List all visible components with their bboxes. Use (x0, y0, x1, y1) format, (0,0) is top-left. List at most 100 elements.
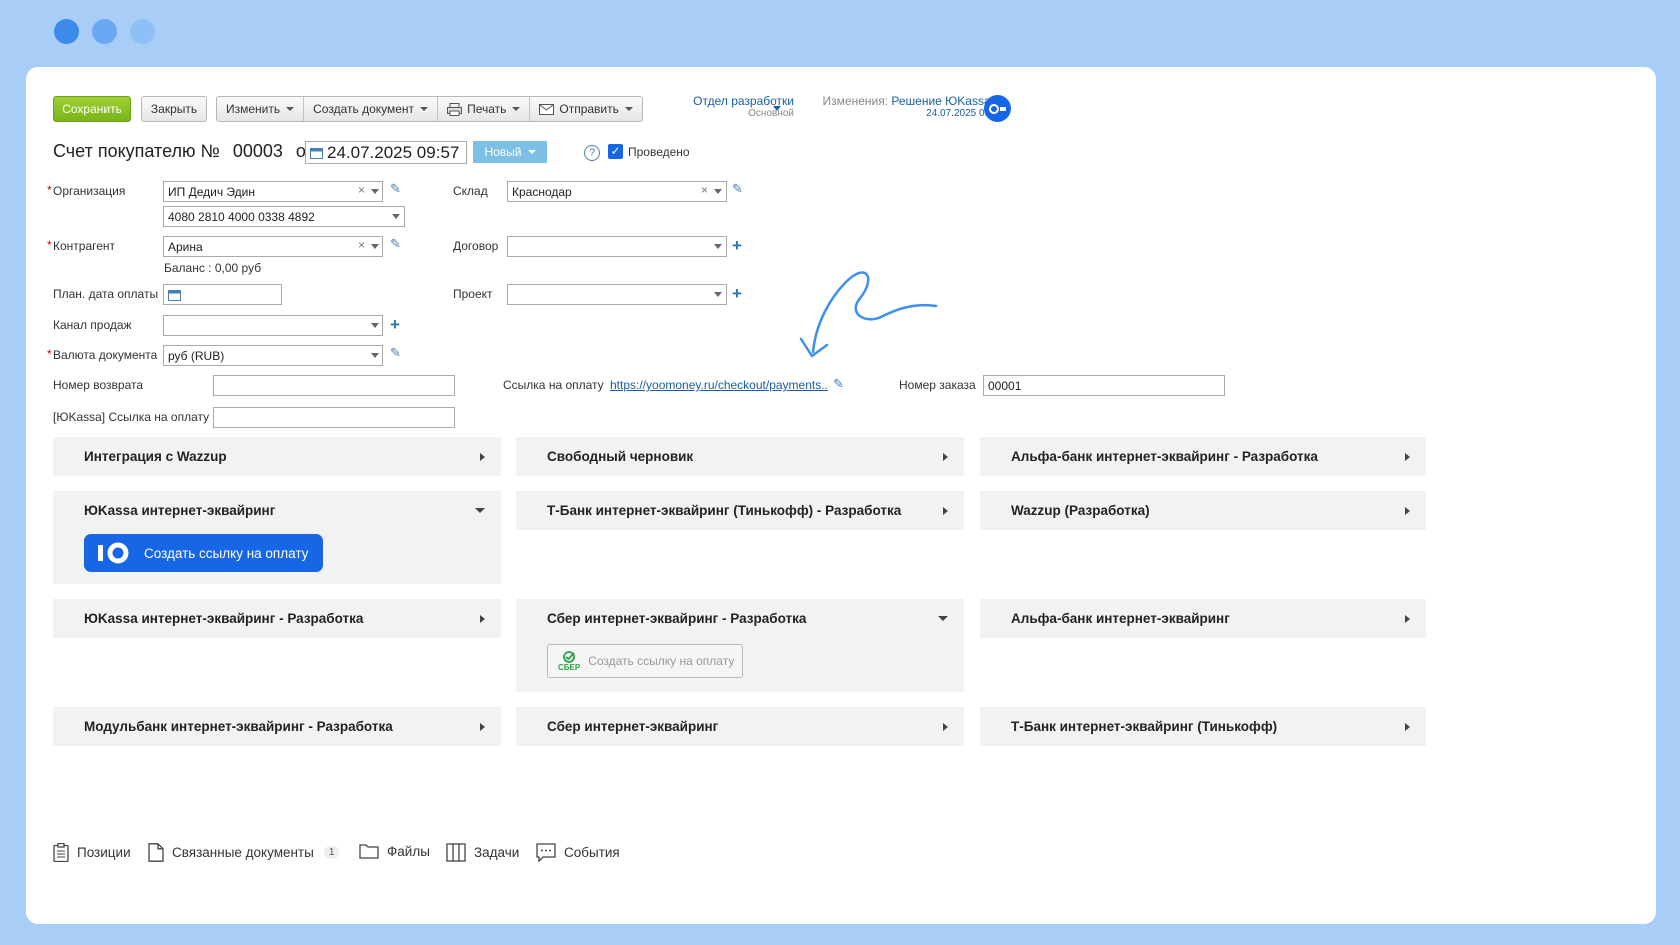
create-document-menu[interactable]: Создать документ (304, 97, 439, 121)
panel-title: Т-Банк интернет-эквайринг (Тинькофф) (1011, 719, 1278, 734)
save-button[interactable]: Сохранить (53, 96, 131, 122)
add-icon[interactable]: + (732, 285, 742, 302)
edit-pencil-icon[interactable]: ✎ (390, 181, 401, 197)
window-minimize-dot[interactable] (92, 19, 117, 44)
panel-modulbank-dev[interactable]: Модульбанк интернет-эквайринг - Разработ… (53, 707, 501, 746)
sber-create-link-button[interactable]: СБЕР Создать ссылку на оплату (547, 644, 743, 678)
chevron-down-icon[interactable] (714, 292, 722, 297)
print-menu[interactable]: Печать (438, 97, 531, 121)
annotation-arrow (799, 271, 938, 358)
changes-date: 24.07.2025 09:57 (926, 108, 1004, 119)
panel-wazzup-integration[interactable]: Интеграция с Wazzup (53, 437, 501, 476)
tab-label: Позиции (77, 845, 131, 860)
chevron-down-icon[interactable] (371, 353, 379, 358)
edit-menu[interactable]: Изменить (217, 97, 305, 121)
doc-date-value: 24.07.2025 09:57 (327, 142, 460, 162)
posted-label: Проведено (628, 145, 690, 159)
chevron-down-icon[interactable] (371, 323, 379, 328)
user-avatar[interactable] (984, 95, 1011, 122)
return-field[interactable] (213, 375, 455, 396)
tab-linked-documents[interactable]: Связанные документы 1 (148, 843, 340, 862)
clear-icon[interactable]: × (358, 238, 365, 252)
edit-pencil-icon[interactable]: ✎ (390, 236, 401, 252)
panel-free-draft[interactable]: Свободный черновик (516, 437, 964, 476)
close-button[interactable]: Закрыть (141, 96, 207, 122)
add-icon[interactable]: + (390, 316, 400, 333)
doc-date-field[interactable]: 24.07.2025 09:57 (305, 141, 467, 164)
contract-field[interactable] (507, 236, 727, 257)
tab-positions[interactable]: Позиции (53, 843, 131, 862)
pay-date-label: План. дата оплаты (53, 287, 159, 301)
status-badge[interactable]: Новый (473, 141, 547, 163)
panel-yookassa[interactable]: ЮKassa интернет-эквайринг (53, 491, 501, 530)
panel-alfa-dev[interactable]: Альфа-банк интернет-эквайринг - Разработ… (980, 437, 1426, 476)
panel-tbank-dev[interactable]: Т-Банк интернет-эквайринг (Тинькофф) - Р… (516, 491, 964, 530)
clear-icon[interactable]: × (358, 183, 365, 197)
warehouse-field[interactable]: Краснодар (507, 181, 727, 202)
org-label: Организация (47, 183, 125, 198)
chevron-right-icon (943, 722, 948, 731)
doc-number[interactable]: 00003 (233, 141, 283, 161)
tab-tasks[interactable]: Задачи (446, 843, 519, 862)
chevron-right-icon (480, 614, 485, 623)
chat-icon (536, 843, 556, 862)
sber-button-label: Создать ссылку на оплату (588, 654, 735, 668)
pay-date-field[interactable] (163, 284, 282, 305)
org-field[interactable]: ИП Дедич Эдин (163, 181, 383, 202)
panel-title: Сбер интернет-эквайринг (547, 719, 719, 734)
posted-checkbox[interactable]: ✓ (608, 144, 623, 159)
panel-tbank[interactable]: Т-Банк интернет-эквайринг (Тинькофф) (980, 707, 1426, 746)
panel-sber-dev[interactable]: Сбер интернет-эквайринг - Разработка (516, 599, 964, 638)
edit-label: Изменить (226, 102, 281, 116)
chevron-down-icon[interactable] (371, 244, 379, 249)
chevron-down-icon (286, 107, 295, 111)
tab-files[interactable]: Файлы (359, 843, 430, 859)
chevron-down-icon[interactable] (714, 244, 722, 249)
panel-yookassa-dev[interactable]: ЮKassa интернет-эквайринг - Разработка (53, 599, 501, 638)
edit-pencil-icon[interactable]: ✎ (732, 181, 743, 197)
window-maximize-dot[interactable] (130, 19, 155, 44)
panel-title: Т-Банк интернет-эквайринг (Тинькофф) - Р… (547, 503, 902, 518)
currency-field[interactable]: руб (RUB) (163, 345, 383, 366)
window-close-dot[interactable] (54, 19, 79, 44)
chevron-down-icon (527, 150, 536, 154)
add-icon[interactable]: + (732, 237, 742, 254)
contractor-field[interactable]: Арина (163, 236, 383, 257)
help-icon[interactable]: ? (584, 145, 600, 161)
edit-pencil-icon[interactable]: ✎ (390, 345, 401, 361)
tab-label: Задачи (474, 845, 520, 860)
channel-field[interactable] (163, 315, 383, 336)
yk-link-field[interactable] (213, 407, 455, 428)
panel-title: Свободный черновик (547, 449, 694, 464)
chevron-down-icon[interactable] (371, 189, 379, 194)
order-label: Номер заказа (899, 378, 976, 392)
contractor-label: Контрагент (47, 238, 115, 253)
envelope-icon (539, 103, 555, 115)
pay-link[interactable]: https://yoomoney.ru/checkout/payments... (610, 378, 828, 392)
chevron-right-icon (480, 722, 485, 731)
edit-pencil-icon[interactable]: ✎ (833, 376, 844, 392)
status-label: Новый (484, 145, 522, 159)
account-field[interactable]: 4080 2810 4000 0338 4892 (163, 206, 405, 227)
panel-alfa[interactable]: Альфа-банк интернет-эквайринг (980, 599, 1426, 638)
chevron-down-icon[interactable] (392, 214, 400, 219)
clear-icon[interactable]: × (701, 183, 708, 197)
contract-label: Договор (453, 239, 499, 253)
chevron-down-icon (475, 508, 485, 513)
chevron-down-icon (938, 616, 948, 621)
send-menu[interactable]: Отправить (530, 97, 642, 121)
project-field[interactable] (507, 284, 727, 305)
tasks-icon (446, 843, 466, 862)
order-field[interactable]: 00001 (983, 375, 1225, 396)
yookassa-create-link-button[interactable]: Создать ссылку на оплату (84, 534, 323, 572)
tab-label: Связанные документы (172, 845, 314, 860)
chevron-right-icon (1405, 452, 1410, 461)
warehouse-label: Склад (453, 184, 488, 198)
panel-title: Интеграция с Wazzup (84, 449, 227, 464)
tab-events[interactable]: События (536, 843, 620, 862)
chevron-down-icon (773, 106, 781, 111)
panel-sber[interactable]: Сбер интернет-эквайринг (516, 707, 964, 746)
chevron-down-icon[interactable] (714, 189, 722, 194)
project-label: Проект (453, 287, 493, 301)
panel-wazzup-dev[interactable]: Wazzup (Разработка) (980, 491, 1426, 530)
